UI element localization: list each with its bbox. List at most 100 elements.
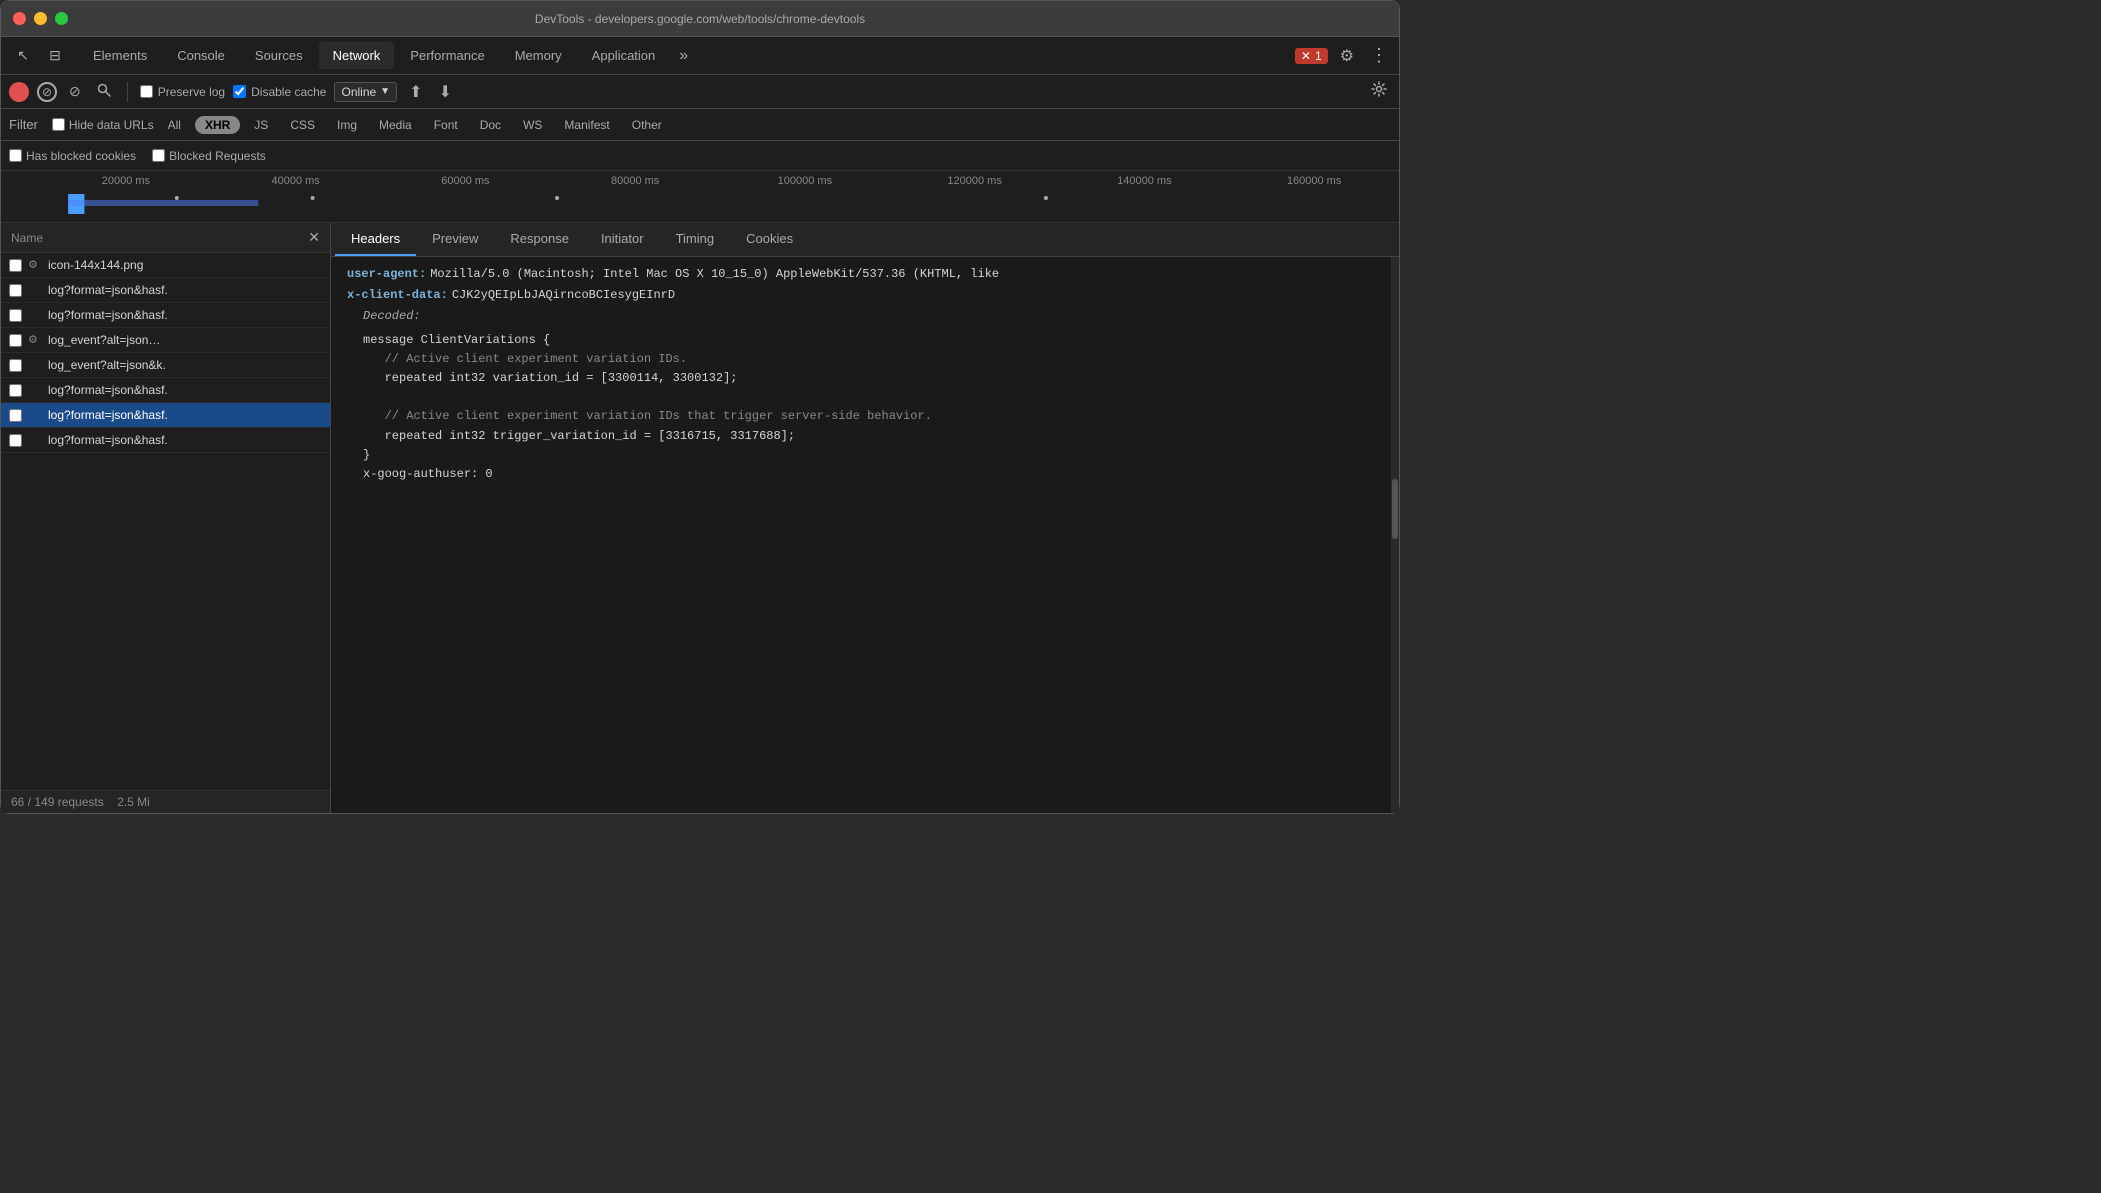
filter-type-all[interactable]: All: [160, 116, 189, 134]
preserve-log-label[interactable]: Preserve log: [140, 85, 225, 99]
hide-data-urls-checkbox-label[interactable]: Hide data URLs: [52, 118, 154, 132]
filter-type-xhr[interactable]: XHR: [195, 116, 240, 134]
user-agent-val: Mozilla/5.0 (Macintosh; Intel Mac OS X 1…: [430, 265, 999, 284]
preserve-log-text: Preserve log: [158, 85, 225, 99]
toolbar-separator-1: [127, 82, 128, 102]
file-item[interactable]: log?format=json&hasf.: [1, 278, 330, 303]
details-tab-cookies[interactable]: Cookies: [730, 223, 809, 256]
disable-cache-checkbox[interactable]: [233, 85, 246, 98]
minimize-traffic-light[interactable]: [34, 12, 47, 25]
file-checkbox[interactable]: [9, 359, 22, 372]
throttle-select[interactable]: Online ▼: [334, 82, 397, 102]
devtools-menu-button[interactable]: ⋮: [1366, 41, 1391, 70]
x-client-data-row: x-client-data: CJK2yQEIpLbJAQirncoBCIesy…: [347, 286, 1383, 305]
details-tabs: Headers Preview Response Initiator Timin…: [331, 223, 1399, 257]
tab-performance[interactable]: Performance: [396, 42, 498, 69]
filter-button[interactable]: ⊘: [65, 81, 85, 102]
timeline-label-7: 160000 ms: [1229, 175, 1399, 187]
blocked-requests-text: Blocked Requests: [169, 149, 266, 163]
details-tab-response[interactable]: Response: [494, 223, 585, 256]
file-checkbox[interactable]: [9, 434, 22, 447]
details-panel: Headers Preview Response Initiator Timin…: [331, 223, 1399, 813]
file-item[interactable]: log?format=json&hasf.: [1, 428, 330, 453]
timeline-label-3: 80000 ms: [550, 175, 720, 187]
scrollbar-track[interactable]: [1391, 257, 1399, 813]
file-item[interactable]: log?format=json&hasf.: [1, 303, 330, 328]
filter-type-manifest[interactable]: Manifest: [556, 116, 617, 134]
details-tab-preview[interactable]: Preview: [416, 223, 494, 256]
filter-label: Filter: [9, 117, 38, 132]
devtools-settings-button[interactable]: ⚙: [1336, 42, 1358, 70]
blocked-requests-label[interactable]: Blocked Requests: [152, 149, 266, 163]
file-item[interactable]: ⚙ icon-144x144.png: [1, 253, 330, 278]
file-icon: [28, 308, 42, 322]
details-content[interactable]: user-agent: Mozilla/5.0 (Macintosh; Inte…: [331, 257, 1399, 813]
file-checkbox[interactable]: [9, 334, 22, 347]
timeline-content: [41, 188, 1399, 218]
error-badge[interactable]: ✕ 1: [1295, 48, 1328, 64]
file-icon: [28, 383, 42, 397]
details-tab-headers[interactable]: Headers: [335, 223, 416, 256]
has-blocked-cookies-checkbox[interactable]: [9, 149, 22, 162]
file-checkbox[interactable]: [9, 384, 22, 397]
file-name: log_event?alt=json…: [48, 333, 160, 347]
file-item[interactable]: ⚙ log_event?alt=json…: [1, 328, 330, 353]
filter-type-font[interactable]: Font: [426, 116, 466, 134]
tab-sources[interactable]: Sources: [241, 42, 317, 69]
close-panel-button[interactable]: ✕: [308, 229, 320, 246]
file-checkbox[interactable]: [9, 259, 22, 272]
export-button[interactable]: ⬇: [434, 80, 455, 104]
file-checkbox[interactable]: [9, 309, 22, 322]
code-block: message ClientVariations { // Active cli…: [363, 331, 1383, 485]
file-item[interactable]: log_event?alt=json&k.: [1, 353, 330, 378]
filter-type-other[interactable]: Other: [624, 116, 670, 134]
cursor-icon[interactable]: ↖: [9, 42, 37, 70]
tab-console[interactable]: Console: [163, 42, 239, 69]
tab-elements[interactable]: Elements: [79, 42, 161, 69]
maximize-traffic-light[interactable]: [55, 12, 68, 25]
tab-memory[interactable]: Memory: [501, 42, 576, 69]
scrollbar-thumb[interactable]: [1392, 479, 1398, 539]
has-blocked-cookies-label[interactable]: Has blocked cookies: [9, 149, 136, 163]
file-checkbox[interactable]: [9, 284, 22, 297]
file-name: icon-144x144.png: [48, 258, 143, 272]
file-icon: [28, 358, 42, 372]
record-button[interactable]: [9, 82, 29, 102]
toolbar: ⊘ ⊘ Preserve log Disable cache Online ▼ …: [1, 75, 1399, 109]
network-settings-button[interactable]: [1367, 79, 1391, 104]
title-bar: DevTools - developers.google.com/web/too…: [1, 1, 1399, 37]
blocked-requests-checkbox[interactable]: [152, 149, 165, 162]
filter-type-js[interactable]: JS: [246, 116, 276, 134]
x-client-data-val: CJK2yQEIpLbJAQirncoBCIesygEInrD: [452, 286, 675, 305]
preserve-log-checkbox[interactable]: [140, 85, 153, 98]
stop-button[interactable]: ⊘: [37, 82, 57, 102]
timeline-bar[interactable]: 20000 ms 40000 ms 60000 ms 80000 ms 1000…: [1, 171, 1399, 223]
timeline-label-2: 60000 ms: [381, 175, 551, 187]
file-list-header: Name ✕: [1, 223, 330, 253]
tab-network[interactable]: Network: [319, 42, 395, 69]
filter-type-css[interactable]: CSS: [282, 116, 323, 134]
sidebar-icon[interactable]: ⊟: [41, 42, 69, 70]
file-item[interactable]: log?format=json&hasf.: [1, 378, 330, 403]
tab-application[interactable]: Application: [578, 42, 670, 69]
filter-bar: Filter Hide data URLs All XHR JS CSS Img…: [1, 109, 1399, 141]
file-list[interactable]: ⚙ icon-144x144.png log?format=json&hasf.…: [1, 253, 330, 790]
details-tab-initiator[interactable]: Initiator: [585, 223, 660, 256]
hide-data-urls-checkbox[interactable]: [52, 118, 65, 131]
search-button[interactable]: [93, 81, 115, 102]
import-button[interactable]: ⬆: [405, 80, 426, 104]
filter-type-img[interactable]: Img: [329, 116, 365, 134]
details-tab-timing[interactable]: Timing: [660, 223, 731, 256]
code-line-6: x-goog-authuser: 0: [363, 465, 1383, 484]
more-tabs-button[interactable]: »: [671, 43, 696, 69]
file-list-header-name: Name: [11, 231, 43, 245]
file-checkbox[interactable]: [9, 409, 22, 422]
disable-cache-label[interactable]: Disable cache: [233, 85, 326, 99]
filter-type-doc[interactable]: Doc: [472, 116, 509, 134]
filter-type-media[interactable]: Media: [371, 116, 420, 134]
filter-type-ws[interactable]: WS: [515, 116, 550, 134]
file-item-selected[interactable]: log?format=json&hasf.: [1, 403, 330, 428]
disable-cache-text: Disable cache: [251, 85, 326, 99]
timeline-labels: 20000 ms 40000 ms 60000 ms 80000 ms 1000…: [41, 175, 1399, 187]
close-traffic-light[interactable]: [13, 12, 26, 25]
